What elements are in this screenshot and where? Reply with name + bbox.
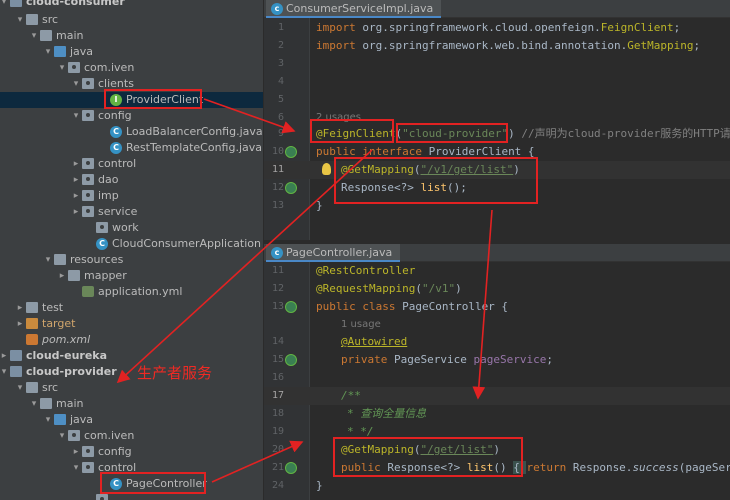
arrow-service-to-provider	[116, 149, 373, 384]
annotation-arrows	[116, 98, 493, 483]
arrow-method-to-method	[472, 209, 493, 400]
arrow-client-to-feign	[203, 98, 296, 134]
arrow-controller-to-method	[211, 440, 304, 483]
